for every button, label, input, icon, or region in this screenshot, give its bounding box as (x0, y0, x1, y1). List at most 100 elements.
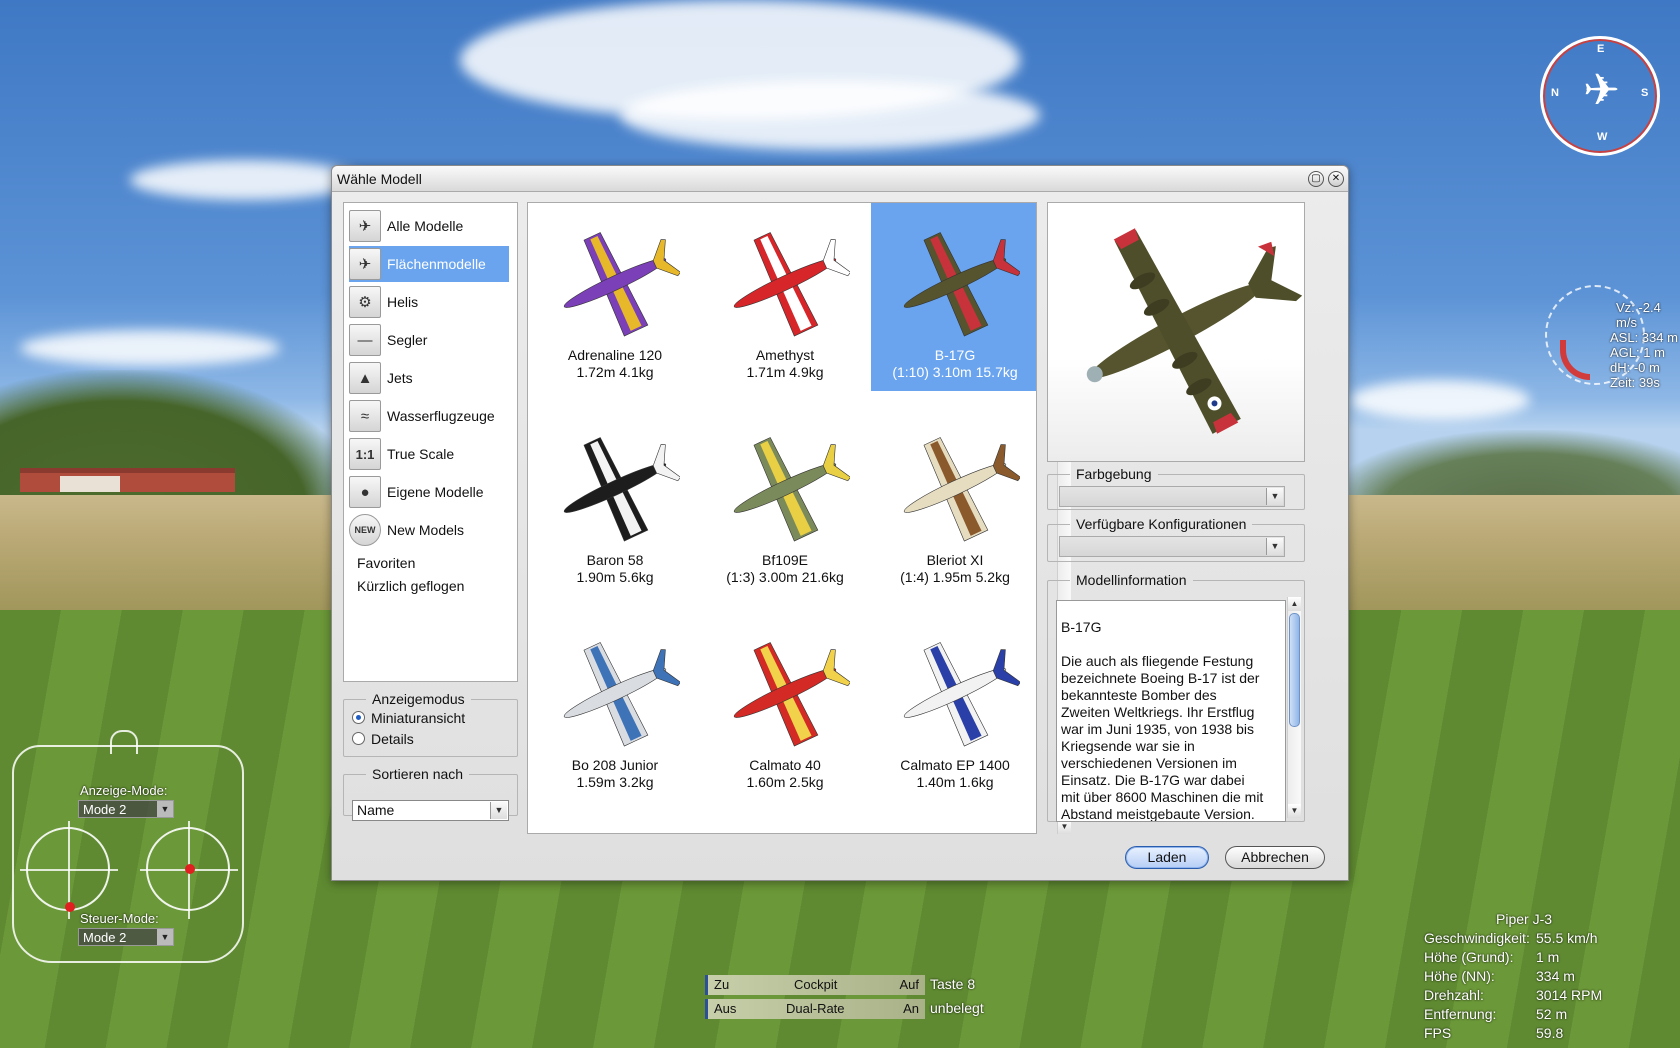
configurations-select[interactable]: ▼ (1059, 536, 1285, 557)
model-grid: Adrenaline 120 1.72m 4.1kg Amethyst 1.71m 4… (527, 202, 1037, 834)
right-stick-indicator (185, 864, 195, 874)
model-spec: 1.40m 1.6kg (916, 774, 994, 790)
jet-icon: ▲ (349, 362, 381, 394)
display-mode-group: Anzeigemodus Miniaturansicht Details (343, 691, 518, 757)
sort-select[interactable]: Name ▼ (352, 800, 509, 821)
model-info-group: Modellinformation B-17G Die auch als fli… (1047, 572, 1305, 822)
model-name: Calmato 40 (749, 757, 821, 773)
model-tile[interactable]: Calmato EP 1400 1.40m 1.6kg (871, 613, 1036, 801)
scroll-up-icon[interactable]: ▲ (1288, 597, 1301, 611)
model-spec: 1.59m 3.2kg (576, 774, 654, 790)
model-info-heading: B-17G (1061, 619, 1102, 635)
airplane-icon: ✈ (349, 248, 381, 280)
dialog-titlebar[interactable]: Wähle Modell ▢ ✕ (332, 166, 1348, 192)
dialog-title: Wähle Modell (337, 171, 422, 187)
model-tile[interactable]: Baron 58 1.90m 5.6kg (531, 408, 699, 596)
switch-dual-rate[interactable]: Aus Dual-Rate An (705, 999, 925, 1019)
transmitter-widget: Anzeige-Mode: Mode 2 ▼ Steuer-Mode: Mode… (12, 745, 244, 963)
model-spec: (1:3) 3.00m 21.6kg (726, 569, 844, 585)
switch-cockpit[interactable]: Zu Cockpit Auf (705, 975, 925, 995)
model-tile[interactable]: Calmato 40 1.60m 2.5kg (701, 613, 869, 801)
model-thumbnail (733, 437, 850, 542)
model-spec: 1.60m 2.5kg (746, 774, 824, 790)
chevron-down-icon: ▼ (490, 802, 507, 819)
switch-cockpit-key: Taste 8 (930, 976, 976, 992)
category-jets[interactable]: ▲ Jets (349, 360, 509, 396)
category-new-models[interactable]: NEW New Models (349, 512, 509, 548)
model-name: Bf109E (762, 552, 808, 568)
chevron-down-icon: ▼ (157, 801, 173, 817)
model-thumbnail (733, 232, 850, 337)
radio-thumbnail-view[interactable]: Miniaturansicht (344, 707, 517, 728)
model-name: Bleriot XI (926, 552, 984, 568)
model-thumbnail (563, 642, 680, 747)
model-info-text[interactable]: B-17G Die auch als fliegende Festung bez… (1056, 600, 1286, 822)
model-thumbnail (903, 642, 1020, 747)
model-thumbnail (563, 437, 680, 542)
model-thumbnail (563, 232, 680, 337)
category-own-models[interactable]: ● Eigene Modelle (349, 474, 509, 510)
left-stick-indicator (65, 902, 75, 912)
category-recently-flown[interactable]: Kürzlich geflogen (357, 578, 464, 594)
model-tile[interactable]: B-17G (1:10) 3.10m 15.7kg (871, 203, 1036, 391)
cancel-button[interactable]: Abbrechen (1225, 846, 1325, 869)
display-mode-label: Anzeige-Mode: (80, 783, 168, 798)
model-name: B-17G (934, 347, 976, 363)
category-favorites[interactable]: Favoriten (357, 555, 415, 571)
model-tile[interactable]: Amethyst 1.71m 4.9kg (701, 203, 869, 391)
new-badge-icon: NEW (349, 514, 381, 546)
seaplane-icon: ≈ (349, 400, 381, 432)
load-button[interactable]: Laden (1125, 846, 1209, 869)
radio-button[interactable] (352, 732, 365, 745)
category-true-scale[interactable]: 1:1 True Scale (349, 436, 509, 472)
telemetry-row: Geschwindigkeit: 55.5 km/h (1424, 930, 1598, 946)
color-scheme-select[interactable]: ▼ (1059, 486, 1285, 507)
model-spec: 1.71m 4.9kg (746, 364, 824, 380)
restore-icon[interactable]: ▢ (1308, 171, 1324, 187)
model-thumbnail (903, 437, 1020, 542)
model-name: Amethyst (755, 347, 815, 363)
category-airplanes[interactable]: ✈ Flächenmodelle (349, 246, 509, 282)
user-icon: ● (349, 476, 381, 508)
chevron-down-icon: ▼ (1266, 538, 1283, 555)
compass: ✈ E S W N (1540, 36, 1660, 156)
compass-airplane-icon: ✈ (1583, 66, 1620, 115)
model-tile[interactable]: Adrenaline 120 1.72m 4.1kg (531, 203, 699, 391)
compass-n: N (1551, 87, 1559, 99)
select-model-dialog: Wähle Modell ▢ ✕ ✈ Alle Modelle ✈ Fläche… (331, 165, 1349, 881)
chevron-down-icon: ▼ (157, 929, 173, 945)
all-models-icon: ✈ (349, 210, 381, 242)
category-helis[interactable]: ⚙ Helis (349, 284, 509, 320)
category-list: ✈ Alle Modelle ✈ Flächenmodelle ⚙ Helis … (343, 202, 518, 682)
model-info-description: Die auch als fliegende Festung bezeichne… (1061, 653, 1264, 822)
display-mode-select[interactable]: Mode 2 ▼ (78, 800, 174, 818)
model-spec: 1.90m 5.6kg (576, 569, 654, 585)
scroll-thumb[interactable] (1289, 613, 1300, 727)
model-info-scrollbar[interactable]: ▲ ▼ (1287, 597, 1301, 818)
telemetry-row: Höhe (NN): 334 m (1424, 968, 1575, 984)
model-tile[interactable]: Bf109E (1:3) 3.00m 21.6kg (701, 408, 869, 596)
scroll-down-icon[interactable]: ▼ (1058, 820, 1071, 834)
telemetry-row: Drehzahl: 3014 RPM (1424, 987, 1603, 1003)
model-tile[interactable]: Bleriot XI (1:4) 1.95m 5.2kg (871, 408, 1036, 596)
category-gliders[interactable]: — Segler (349, 322, 509, 358)
category-all-models[interactable]: ✈ Alle Modelle (349, 208, 509, 244)
radio-button-checked[interactable] (352, 711, 365, 724)
compass-e: E (1597, 43, 1605, 55)
model-thumbnail (733, 642, 850, 747)
radio-details-view[interactable]: Details (344, 728, 517, 749)
telemetry-row: FPS 59.8 (1424, 1025, 1564, 1041)
model-name: Baron 58 (586, 552, 644, 568)
model-spec: (1:4) 1.95m 5.2kg (900, 569, 1010, 585)
model-tile[interactable]: Bo 208 Junior 1.59m 3.2kg (531, 613, 699, 801)
variometer-readout: Vz: -2.4 m/s ASL: 334 m AGL: 1 m dH: -0 … (1610, 300, 1678, 390)
model-spec: (1:10) 3.10m 15.7kg (892, 364, 1018, 380)
control-mode-select[interactable]: Mode 2 ▼ (78, 928, 174, 946)
model-preview (1047, 202, 1305, 462)
left-stick[interactable] (20, 821, 118, 919)
compass-w: W (1597, 131, 1608, 143)
scroll-down-icon[interactable]: ▼ (1288, 804, 1301, 818)
model-name: Bo 208 Junior (571, 757, 659, 773)
close-icon[interactable]: ✕ (1328, 171, 1344, 187)
category-seaplanes[interactable]: ≈ Wasserflugzeuge (349, 398, 509, 434)
